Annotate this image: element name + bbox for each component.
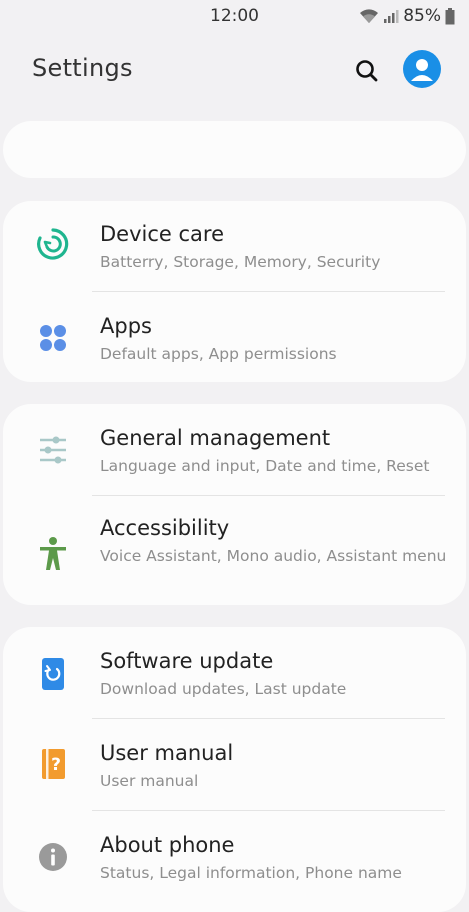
settings-card-3: Software update Download updates, Last u… bbox=[3, 627, 466, 912]
search-icon bbox=[356, 60, 378, 82]
profile-avatar-button[interactable] bbox=[403, 50, 441, 88]
item-subtitle: Download updates, Last update bbox=[100, 680, 347, 698]
item-subtitle: Voice Assistant, Mono audio, Assistant m… bbox=[100, 547, 447, 565]
item-user-manual[interactable]: ? User manual User manual bbox=[3, 719, 466, 810]
header: Settings bbox=[0, 40, 469, 100]
item-label: User manual bbox=[100, 741, 234, 765]
item-device-care[interactable]: Device care Batterry, Storage, Memory, S… bbox=[3, 201, 466, 291]
sliders-icon bbox=[33, 430, 73, 470]
item-software-update[interactable]: Software update Download updates, Last u… bbox=[3, 627, 466, 718]
item-subtitle: Language and input, Date and time, Reset bbox=[100, 457, 430, 475]
item-subtitle: Status, Legal information, Phone name bbox=[100, 864, 402, 882]
status-bar: 12:00 85% bbox=[0, 0, 469, 34]
signal-icon bbox=[384, 10, 399, 23]
info-icon bbox=[33, 837, 73, 877]
settings-card-1: Device care Batterry, Storage, Memory, S… bbox=[3, 201, 466, 382]
item-about-phone[interactable]: About phone Status, Legal information, P… bbox=[3, 811, 466, 902]
item-subtitle: Batterry, Storage, Memory, Security bbox=[100, 253, 381, 271]
item-label: General management bbox=[100, 426, 331, 450]
settings-card-2: General management Language and input, D… bbox=[3, 404, 466, 605]
item-subtitle: User manual bbox=[100, 772, 199, 790]
item-label: Accessibility bbox=[100, 516, 230, 540]
profile-icon bbox=[411, 59, 433, 81]
user-manual-icon: ? bbox=[33, 744, 73, 784]
item-apps[interactable]: Apps Default apps, App permissions bbox=[3, 292, 466, 382]
software-update-icon bbox=[33, 654, 73, 694]
status-icons: 85% bbox=[359, 6, 455, 26]
battery-percent: 85% bbox=[403, 6, 441, 26]
item-label: Software update bbox=[100, 649, 274, 673]
wifi-icon bbox=[360, 9, 379, 23]
accessibility-icon bbox=[33, 534, 73, 574]
item-subtitle: Default apps, App permissions bbox=[100, 345, 337, 363]
item-label: Apps bbox=[100, 314, 152, 338]
item-label: About phone bbox=[100, 833, 235, 857]
apps-icon bbox=[33, 318, 73, 358]
item-label: Device care bbox=[100, 222, 225, 246]
search-button[interactable] bbox=[352, 56, 382, 86]
device-care-icon bbox=[33, 224, 73, 264]
item-general-management[interactable]: General management Language and input, D… bbox=[3, 404, 466, 495]
page-title: Settings bbox=[32, 54, 133, 82]
item-accessibility[interactable]: Accessibility Voice Assistant, Mono audi… bbox=[3, 496, 466, 605]
svg-text:?: ? bbox=[51, 755, 61, 775]
search-bar[interactable] bbox=[3, 121, 466, 178]
battery-icon bbox=[445, 7, 455, 24]
